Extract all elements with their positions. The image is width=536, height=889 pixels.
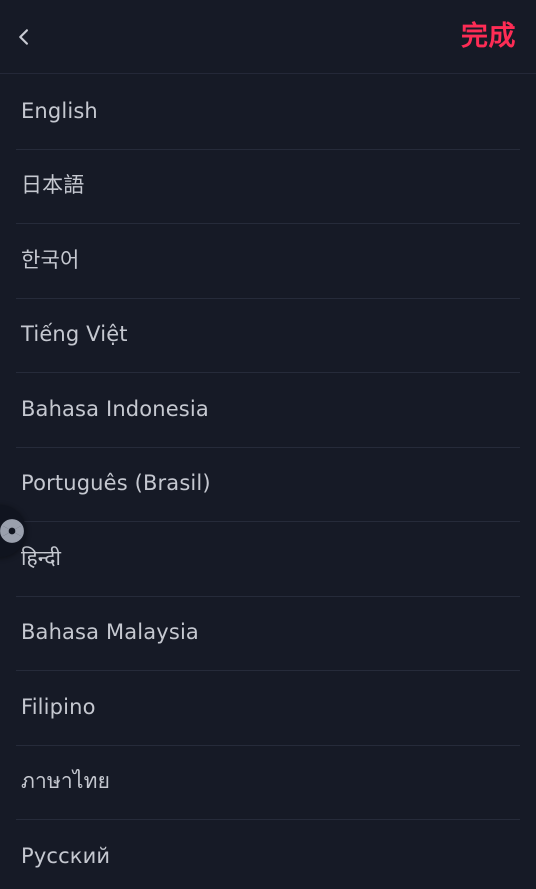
language-row-japanese[interactable]: 日本語 bbox=[0, 148, 536, 224]
language-label: Português (Brasil) bbox=[21, 471, 211, 496]
language-label: Filipino bbox=[21, 694, 96, 719]
done-button[interactable]: 完成 bbox=[459, 23, 518, 50]
language-row-filipino[interactable]: Filipino bbox=[0, 670, 536, 745]
language-row-malay[interactable]: Bahasa Malaysia bbox=[0, 595, 536, 671]
back-button[interactable] bbox=[14, 15, 58, 59]
language-label: ภาษาไทย bbox=[21, 769, 111, 794]
language-selection-screen: 完成 English 日本語 한국어 Tiếng Việt Bahasa Ind… bbox=[0, 0, 536, 889]
language-label: 한국어 bbox=[21, 247, 80, 272]
language-row-korean[interactable]: 한국어 bbox=[0, 223, 536, 298]
language-row-vietnamese[interactable]: Tiếng Việt bbox=[0, 297, 536, 373]
language-row-russian[interactable]: Русский bbox=[0, 819, 536, 889]
aperture-icon bbox=[0, 518, 25, 544]
language-label: English bbox=[21, 98, 98, 123]
chevron-left-icon bbox=[14, 27, 34, 47]
language-label: Русский bbox=[21, 843, 111, 868]
language-label: हिन्दी bbox=[21, 545, 62, 570]
language-row-hindi[interactable]: हिन्दी bbox=[0, 521, 536, 596]
language-label: 日本語 bbox=[21, 173, 85, 198]
language-list: English 日本語 한국어 Tiếng Việt Bahasa Indone… bbox=[0, 74, 536, 889]
language-row-portuguese-brazil[interactable]: Português (Brasil) bbox=[0, 446, 536, 522]
language-label: Bahasa Indonesia bbox=[21, 396, 209, 421]
language-row-english[interactable]: English bbox=[0, 74, 536, 149]
header-bar: 完成 bbox=[0, 0, 536, 74]
language-label: Tiếng Việt bbox=[21, 322, 128, 347]
language-row-thai[interactable]: ภาษาไทย bbox=[0, 744, 536, 820]
language-label: Bahasa Malaysia bbox=[21, 620, 199, 645]
language-row-indonesian[interactable]: Bahasa Indonesia bbox=[0, 372, 536, 447]
